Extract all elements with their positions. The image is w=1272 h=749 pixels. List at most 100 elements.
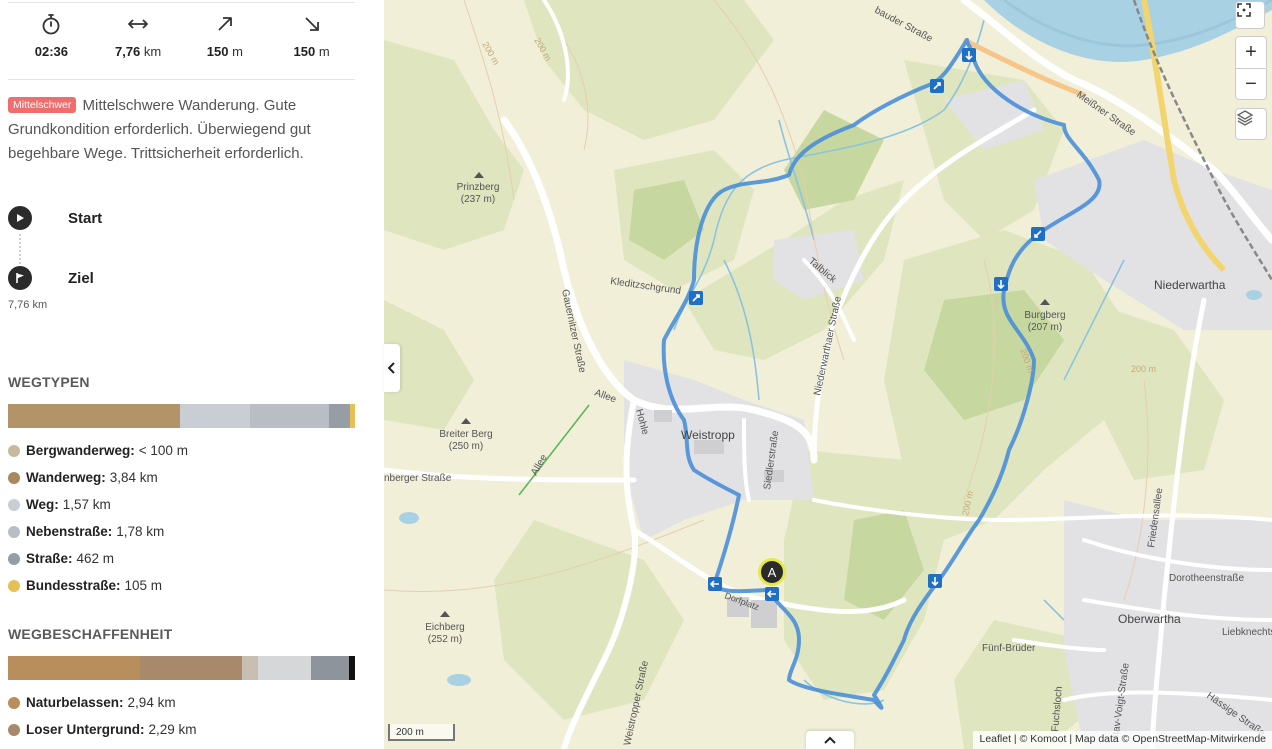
legend-value: 2,29 km xyxy=(148,722,197,737)
zoom-out-button[interactable]: − xyxy=(1236,68,1266,99)
color-swatch xyxy=(8,696,20,709)
wegbeschaffenheit-bar[interactable] xyxy=(8,656,355,680)
svg-text:Breiter Berg: Breiter Berg xyxy=(439,429,492,440)
map[interactable]: A Prinzberg (237 m) Breiter Berg (250 m)… xyxy=(384,0,1272,749)
waypoint-end-label: Ziel xyxy=(68,269,94,287)
osm-link[interactable]: OpenStreetMap xyxy=(1132,733,1206,745)
stat-duration-value: 02:36 xyxy=(34,44,68,59)
wegbeschaffenheit-bar-segment[interactable] xyxy=(349,656,355,680)
legend-value: < 100 m xyxy=(138,443,188,458)
legend-label: Naturbelassen: xyxy=(26,695,124,710)
color-swatch xyxy=(8,579,20,592)
svg-text:Burgberg: Burgberg xyxy=(1024,310,1065,321)
color-swatch xyxy=(8,498,20,511)
start-marker: A xyxy=(758,558,786,586)
wegbeschaffenheit-bar-segment[interactable] xyxy=(8,656,140,680)
color-swatch xyxy=(8,444,20,457)
wegtypen-bar-segment[interactable] xyxy=(8,404,180,428)
wegbeschaffenheit-bar-segment[interactable] xyxy=(257,656,311,680)
wegtypen-bar[interactable] xyxy=(8,404,355,428)
stat-descent-unit: m xyxy=(318,44,330,59)
stat-ascent: 150 m xyxy=(182,12,269,68)
expand-panel-button[interactable] xyxy=(806,731,854,749)
wegtypen-bar-segment[interactable] xyxy=(329,404,351,428)
waypoint-start[interactable]: Start xyxy=(8,206,102,230)
tour-sidebar: 02:36 7,76 km 150 m 150 m Mittelschwer M… xyxy=(0,0,384,749)
svg-text:200 m: 200 m xyxy=(1131,364,1156,374)
wegtypen-bar-segment[interactable] xyxy=(249,404,330,428)
svg-text:(252 m): (252 m) xyxy=(428,634,462,645)
waypoint-end-distance: 7,76 km xyxy=(8,299,48,311)
waypoint-end[interactable]: Ziel xyxy=(8,266,94,290)
wegtypen-legend-item[interactable]: Nebenstraße: 1,78 km xyxy=(8,518,358,545)
wegtypen-title: WEGTYPEN xyxy=(8,374,90,390)
wegbeschaffenheit-legend-item[interactable]: Naturbelassen: 2,94 km xyxy=(8,689,358,716)
wegbeschaffenheit-legend-item[interactable]: Loser Untergrund: 2,29 km xyxy=(8,716,358,743)
legend-value: 1,57 km xyxy=(62,497,111,512)
stat-distance-unit: km xyxy=(143,44,162,59)
tour-page: 02:36 7,76 km 150 m 150 m Mittelschwer M… xyxy=(0,0,1272,749)
legend-value: 462 m xyxy=(76,551,115,566)
zoom-controls: + − xyxy=(1235,36,1267,100)
legend-label: Loser Untergrund: xyxy=(26,722,145,737)
svg-text:Dorotheenstraße: Dorotheenstraße xyxy=(1169,573,1244,584)
wegbeschaffenheit-bar-segment[interactable] xyxy=(139,656,242,680)
fullscreen-icon xyxy=(1237,3,1251,17)
wegbeschaffenheit-title: WEGBESCHAFFENHEIT xyxy=(8,626,173,642)
difficulty-badge: Mittelschwer xyxy=(8,97,77,113)
svg-text:Oberwartha: Oberwartha xyxy=(1118,612,1181,626)
svg-text:(207 m): (207 m) xyxy=(1028,322,1062,333)
svg-text:(237 m): (237 m) xyxy=(461,194,495,205)
wegbeschaffenheit-legend: Naturbelassen: 2,94 km Loser Untergrund: 2,… xyxy=(8,689,358,743)
waypoint-start-label: Start xyxy=(68,209,103,227)
wegbeschaffenheit-bar-segment[interactable] xyxy=(241,656,258,680)
wegtypen-legend-item[interactable]: Straße: 462 m xyxy=(8,545,358,572)
legend-label: Weg: xyxy=(26,497,59,512)
stat-duration: 02:36 xyxy=(8,12,95,68)
wegbeschaffenheit-bar-segment[interactable] xyxy=(310,656,350,680)
map-canvas[interactable]: A Prinzberg (237 m) Breiter Berg (250 m)… xyxy=(384,0,1272,749)
start-marker-label: A xyxy=(768,565,777,580)
svg-text:Weistropp: Weistropp xyxy=(681,428,735,442)
legend-label: Nebenstraße: xyxy=(26,524,113,539)
wegtypen-bar-segment[interactable] xyxy=(350,404,355,428)
color-swatch xyxy=(8,471,20,484)
zoom-in-button[interactable]: + xyxy=(1236,37,1266,68)
legend-label: Bergwanderweg: xyxy=(26,443,135,458)
svg-text:Fünf-Brüder: Fünf-Brüder xyxy=(982,643,1036,654)
svg-text:nberger Straße: nberger Straße xyxy=(384,473,452,484)
arrow-up-right-icon xyxy=(218,17,232,31)
svg-text:Eichberg: Eichberg xyxy=(425,622,464,633)
stat-distance: 7,76 km xyxy=(95,12,182,68)
stat-distance-value: 7,76 xyxy=(114,44,141,59)
wegtypen-legend-item[interactable]: Weg: 1,57 km xyxy=(8,491,358,518)
wegtypen-bar-segment[interactable] xyxy=(179,404,250,428)
legend-value: 105 m xyxy=(124,578,163,593)
color-swatch xyxy=(8,525,20,538)
map-attribution: Leaflet | © Komoot | Map data © OpenStre… xyxy=(973,731,1272,749)
legend-label: Wanderweg: xyxy=(26,470,106,485)
legend-value: 1,78 km xyxy=(116,524,165,539)
stat-descent: 150 m xyxy=(268,12,355,68)
map-scale: 200 m xyxy=(388,724,455,741)
svg-text:Prinzberg: Prinzberg xyxy=(457,182,500,193)
stat-ascent-unit: m xyxy=(232,44,243,59)
leaflet-link[interactable]: Leaflet xyxy=(979,733,1011,745)
legend-value: 2,94 km xyxy=(127,695,176,710)
color-swatch xyxy=(8,552,20,565)
svg-text:(250 m): (250 m) xyxy=(449,441,483,452)
wegtypen-legend-item[interactable]: Bundesstraße: 105 m xyxy=(8,572,358,599)
wegtypen-legend-item[interactable]: Bergwanderweg: < 100 m xyxy=(8,437,358,464)
fullscreen-button[interactable] xyxy=(1235,1,1265,29)
layers-icon xyxy=(1236,110,1254,126)
arrow-down-right-icon xyxy=(304,17,319,31)
wegtypen-legend-item[interactable]: Wanderweg: 3,84 km xyxy=(8,464,358,491)
collapse-sidebar-button[interactable] xyxy=(384,344,400,392)
layers-button[interactable] xyxy=(1235,108,1267,140)
komoot-link[interactable]: Komoot xyxy=(1030,733,1066,745)
legend-label: Straße: xyxy=(26,551,73,566)
stopwatch-icon xyxy=(42,14,60,35)
svg-text:Liebknechtstr: Liebknechtstr xyxy=(1222,627,1272,638)
tour-stats: 02:36 7,76 km 150 m 150 m xyxy=(8,12,355,68)
divider xyxy=(8,2,355,3)
